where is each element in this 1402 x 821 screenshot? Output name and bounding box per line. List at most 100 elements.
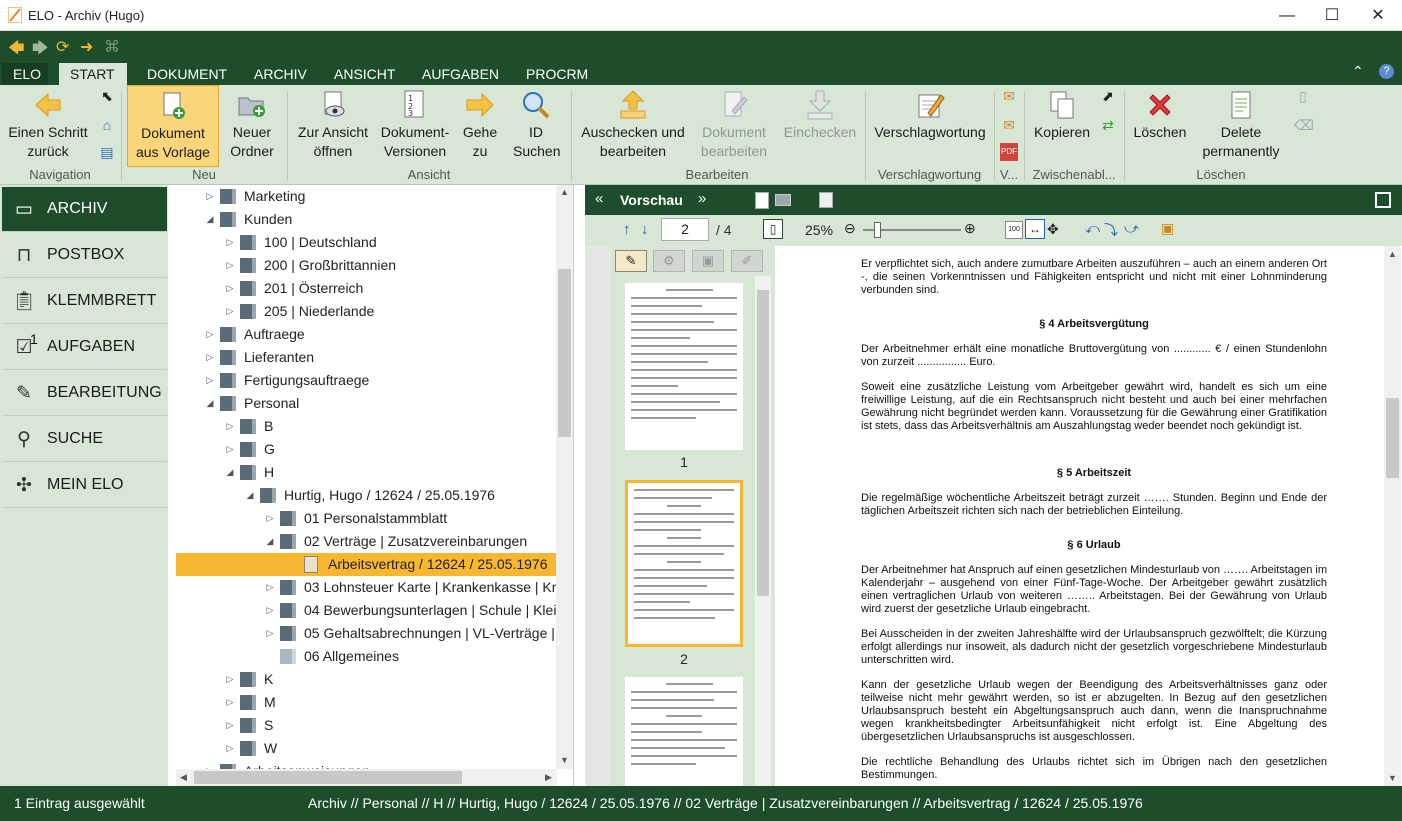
edit-tools-icon[interactable]: ✐ [731,250,763,272]
erase-icon[interactable]: ⌫ [1294,116,1314,134]
delete-permanently-button[interactable]: Delete permanently [1198,89,1284,161]
scrollbar-thumb[interactable] [757,290,769,596]
page-view-icon[interactable] [755,192,769,209]
expand-icon[interactable]: ▷ [224,714,236,737]
expand-icon[interactable]: ▷ [224,415,236,438]
page-up-icon[interactable]: ↑ [623,221,631,238]
tree-node[interactable]: ◢ Personal [176,392,558,415]
scroll-down-icon[interactable]: ▼ [560,755,569,765]
rotate-left-icon[interactable]: ⤺ [1085,220,1100,237]
help-icon[interactable]: ? [1379,64,1394,79]
nav-item-aufgaben[interactable]: ☑ 1 AUFGABEN [2,325,167,370]
tree-node[interactable]: ▷ B [176,415,558,438]
expand-icon[interactable]: ▷ [264,599,276,622]
refresh-icon[interactable]: ⟳ [56,37,69,57]
folder-view-icon[interactable] [775,194,791,206]
tab-elo[interactable]: ELO [2,63,48,85]
home-icon[interactable]: ⌂ [98,116,116,134]
tree-node[interactable]: ◢ Hurtig, Hugo / 12624 / 25.05.1976 [176,484,558,507]
rotate-right-icon[interactable]: ⤻ [1124,220,1139,237]
page-down-icon[interactable]: ↓ [641,221,649,238]
expand-icon[interactable]: ▷ [224,231,236,254]
expand-right-icon[interactable]: » [698,190,706,207]
tree-node[interactable]: ▷ 100 | Deutschland [176,231,558,254]
goto-button[interactable]: Gehe zu [458,89,502,161]
tree-node[interactable]: ▷ Fertigungsauftraege [176,369,558,392]
mail-forward-icon[interactable]: ✉ [1000,116,1018,134]
tab-dokument[interactable]: DOKUMENT [136,63,238,85]
nav-item-bearbeitung[interactable]: ✎ BEARBEITUNG [2,371,167,416]
expand-icon[interactable]: ▷ [204,185,216,208]
tree-node[interactable]: ▷ W [176,737,558,760]
pdf-icon[interactable]: PDF [1000,143,1018,161]
zoom-in-icon[interactable]: ⊕ [964,220,976,237]
open-view-button[interactable]: Zur Ansicht öffnen [292,89,374,161]
expand-icon[interactable]: ▷ [264,507,276,530]
annotation-pencil-icon[interactable]: ✎ [615,250,647,272]
scroll-right-icon[interactable]: ▶ [545,772,552,783]
tree-node[interactable]: Arbeitsvertrag / 12624 / 25.05.1976 [176,553,558,576]
scroll-up-icon[interactable]: ▲ [1388,249,1397,259]
tab-start[interactable]: START [59,63,127,85]
tree-node[interactable]: ▷ M [176,691,558,714]
thumbnail-scrollbar[interactable] [755,276,771,786]
document-versions-button[interactable]: 123 Dokument-Versionen [378,89,452,161]
scroll-up-icon[interactable]: ▲ [560,187,569,197]
forward-arrow-icon[interactable]: 🡆 [32,37,49,64]
fit-width-icon[interactable]: ↔ [1025,219,1045,239]
tree-node[interactable]: 06 Allgemeines [176,645,558,668]
scroll-down-icon[interactable]: ▼ [1388,773,1397,783]
tree-node[interactable]: ▷ 03 Lohnsteuer Karte | Krankenkasse | Kr… [176,576,564,599]
collapse-icon[interactable]: ◢ [204,392,216,415]
scroll-left-icon[interactable]: ◀ [180,772,187,783]
back-button[interactable]: Einen Schritt zurück [2,89,94,161]
expand-icon[interactable]: ▷ [224,277,236,300]
maximize-button[interactable]: ☐ [1309,0,1355,31]
layout-toggle-icon[interactable] [1375,192,1391,208]
tree-node[interactable]: ▷ 01 Personalstammblatt [176,507,558,530]
page-number-input[interactable]: 2 [661,218,709,241]
tree-node[interactable]: ▷ G [176,438,558,461]
collapse-icon[interactable]: ◢ [264,530,276,553]
page-thumbnail-3[interactable] [625,677,743,786]
tree-node[interactable]: ▷ S [176,714,558,737]
expand-icon[interactable]: ▷ [224,691,236,714]
page-thumbnail-2[interactable] [625,480,743,647]
expand-icon[interactable]: ▷ [224,438,236,461]
id-search-button[interactable]: ID Suchen [508,89,564,161]
close-button[interactable]: ✕ [1355,0,1401,31]
copy-view-icon[interactable] [819,192,833,208]
nav-item-mein-elo[interactable]: ✣ MEIN ELO [2,463,167,508]
tree-node[interactable]: ▷ 205 | Niederlande [176,300,558,323]
checkin-button[interactable]: Einchecken [780,89,860,142]
tree-horizontal-scrollbar[interactable]: ◀ ▶ [176,769,557,786]
paste-reference-icon[interactable]: ⇄ [1099,116,1117,134]
tree-node[interactable]: ▷ 05 Gehaltsabrechnungen | VL-Verträge | [176,622,558,645]
document-edit-button[interactable]: Dokument bearbeiten [694,89,774,161]
external-view-icon[interactable]: ▣ [1161,220,1174,237]
expand-icon[interactable]: ▷ [204,346,216,369]
expand-icon[interactable]: ▷ [224,668,236,691]
scrollbar-thumb[interactable] [1386,398,1399,478]
tree-vertical-scrollbar[interactable]: ▲ ▼ [556,185,573,769]
scrollbar-thumb[interactable] [558,269,571,437]
minimize-button[interactable]: — [1264,0,1310,31]
cursor-icon[interactable]: ⬉ [98,87,116,105]
expand-icon[interactable]: ▷ [224,254,236,277]
scrollbar-thumb[interactable] [194,771,462,784]
nav-item-postbox[interactable]: ⊓ POSTBOX [2,233,167,278]
collapse-icon[interactable]: ◢ [204,208,216,231]
shortcut-icon[interactable]: ⬈ [1099,87,1117,105]
tab-archiv[interactable]: ARCHIV [243,63,318,85]
expand-icon[interactable]: ▷ [264,576,276,599]
rotate-page-icon[interactable]: ⤵ [1104,220,1118,240]
tree-node[interactable]: ▷ K [176,668,558,691]
new-folder-button[interactable]: Neuer Ordner [222,89,282,161]
zoom-slider-thumb[interactable] [874,222,881,238]
tab-aufgaben[interactable]: AUFGABEN [411,63,510,85]
stamp-icon[interactable]: ⚙ [653,250,685,272]
collapse-icon[interactable]: ◢ [244,484,256,507]
document-from-template-button[interactable]: Dokument aus Vorlage [127,85,219,167]
restore-icon[interactable]: ▯ [1294,87,1312,105]
copy-button[interactable]: Kopieren [1030,89,1094,142]
